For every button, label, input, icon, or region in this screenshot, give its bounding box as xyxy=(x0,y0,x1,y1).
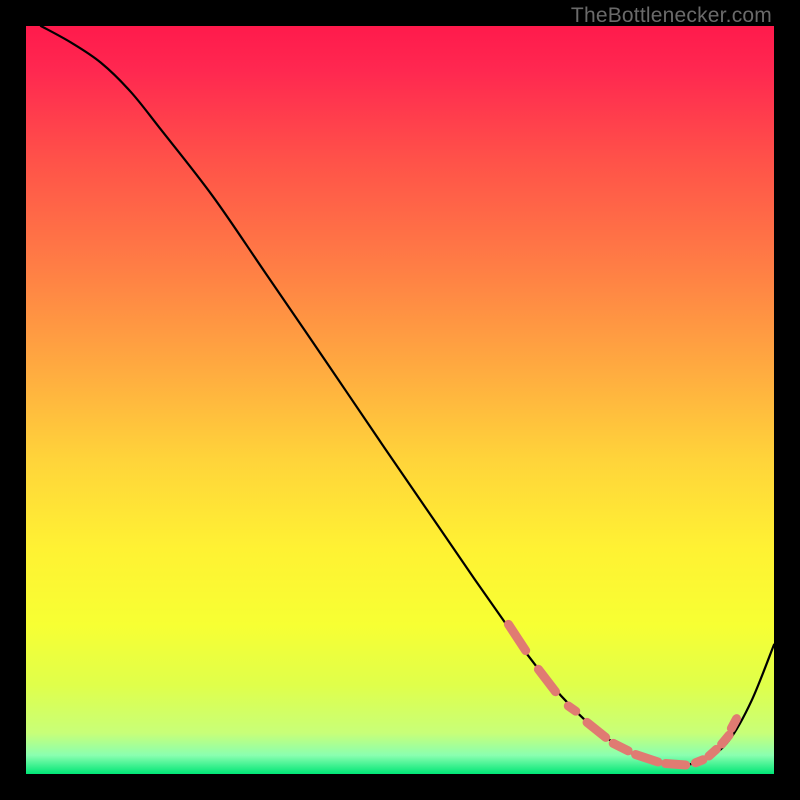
bottleneck-chart xyxy=(26,26,774,774)
gradient-background xyxy=(26,26,774,774)
optimal-marker xyxy=(666,764,686,765)
chart-frame xyxy=(26,26,774,774)
watermark-text: TheBottlenecker.com xyxy=(571,4,772,28)
optimal-marker xyxy=(722,735,729,744)
optimal-marker xyxy=(568,706,575,711)
optimal-marker xyxy=(709,749,716,756)
optimal-marker xyxy=(731,719,736,729)
optimal-marker xyxy=(695,760,702,763)
